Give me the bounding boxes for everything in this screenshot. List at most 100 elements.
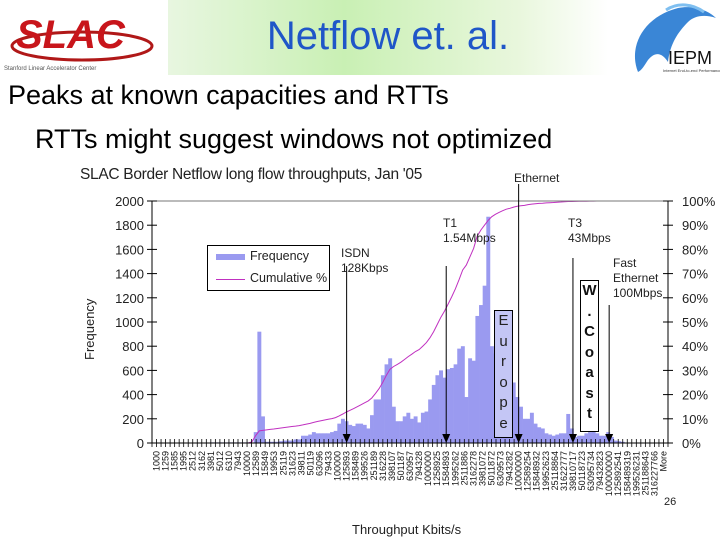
y2-tick-label: 50% <box>682 315 708 330</box>
y-tick-label: 1600 <box>115 242 144 257</box>
frequency-bar <box>333 430 338 443</box>
fast-ethernet-label-1: Fast <box>613 256 637 270</box>
frequency-bar <box>526 418 531 443</box>
europe-letter: u <box>499 332 508 350</box>
frequency-bar <box>439 370 444 443</box>
frequency-bar <box>370 415 374 443</box>
isdn-label: ISDN <box>341 246 370 260</box>
wcoast-letter: W <box>582 282 597 299</box>
x-tick-labels: 1000 1259 1585 1995 2512 3162 3981 5012 6310 7943… <box>152 451 669 496</box>
y-tick-label: 1200 <box>115 291 144 306</box>
y-ticks: 0 200 400 600 800 1000 1200 1400 1600 1800 2000 <box>115 194 157 451</box>
frequency-bar <box>598 435 603 443</box>
frequency-bar <box>410 418 414 443</box>
y2-tick-label: 80% <box>682 242 708 257</box>
frequency-bar <box>420 412 425 443</box>
y-tick-label: 1400 <box>115 267 144 282</box>
y2-tick-label: 10% <box>682 412 708 427</box>
legend-swatch-frequency <box>216 254 245 260</box>
y-tick-label: 600 <box>122 363 144 378</box>
frequency-bar <box>464 397 469 443</box>
frequency-bar <box>377 399 382 443</box>
frequency-bar <box>529 412 534 443</box>
y2-tick-label: 70% <box>682 267 708 282</box>
fast-ethernet-label-2: Ethernet <box>613 271 659 285</box>
y-tick-label: 800 <box>122 339 144 354</box>
isdn-rate: 128Kbps <box>341 261 389 275</box>
y-axis-label: Frequency <box>82 298 97 360</box>
legend-label-cumulative: Cumulative % <box>250 271 328 285</box>
t3-label: T3 <box>568 216 583 230</box>
y2-tick-label: 90% <box>682 218 708 233</box>
y2-tick-label: 20% <box>682 388 708 403</box>
y2-tick-label: 60% <box>682 291 708 306</box>
frequency-bar <box>366 428 371 443</box>
frequency-bar <box>457 348 462 443</box>
wcoast-letter: s <box>585 384 594 402</box>
annotation-t1: T1 1.54Mbps <box>443 216 496 246</box>
chart-legend: Frequency Cumulative % <box>207 245 330 291</box>
frequency-bar <box>384 364 389 443</box>
y2-tick-label: 30% <box>682 363 708 378</box>
wcoast-letter: C <box>584 323 595 340</box>
t1-label: T1 <box>443 216 458 230</box>
legend-label-frequency: Frequency <box>250 249 310 263</box>
slide-number: 26 <box>664 496 677 508</box>
frequency-bar <box>566 413 571 443</box>
wcoast-letter: a <box>585 364 594 381</box>
y2-tick-label: 40% <box>682 339 708 354</box>
europe-letter: r <box>501 353 506 370</box>
frequency-bar <box>446 369 451 443</box>
annotation-fast-ethernet: Fast Ethernet 100Mbps <box>613 256 662 301</box>
t3-rate: 43Mbps <box>568 231 611 245</box>
t1-rate: 1.54Mbps <box>443 231 496 245</box>
annotation-isdn: ISDN 128Kbps <box>341 246 388 276</box>
frequency-bar <box>475 315 480 443</box>
annotation-ethernet: Ethernet <box>514 171 560 185</box>
frequency-bar <box>348 424 353 443</box>
y-tick-label: 400 <box>122 388 144 403</box>
wcoast-letter: o <box>584 343 595 361</box>
europe-box: E u r o p e <box>494 310 513 438</box>
frequency-bar <box>359 423 364 443</box>
frequency-bar <box>460 346 465 443</box>
frequency-bar <box>580 435 585 443</box>
frequency-bar <box>479 305 483 443</box>
west-coast-box: W . C o a s t <box>580 280 599 432</box>
frequency-bar <box>544 433 549 443</box>
y2-ticks: 0% 10% 20% 30% 40% 50% 60% 70% 80% 90% 100% <box>663 194 716 451</box>
frequency-bar <box>431 384 436 443</box>
fast-ethernet-rate: 100Mbps <box>613 286 663 300</box>
y-tick-label: 0 <box>137 436 144 451</box>
frequency-bar <box>428 399 433 443</box>
frequency-bar <box>304 435 309 443</box>
x-tick-label: More <box>658 451 668 472</box>
europe-letter: E <box>498 312 509 329</box>
frequency-bar <box>373 399 378 443</box>
frequency-bar <box>537 427 542 443</box>
europe-letter: o <box>499 373 508 391</box>
frequency-bar <box>322 433 327 443</box>
frequency-bar <box>402 416 407 443</box>
wcoast-letter: . <box>587 302 592 320</box>
frequency-bar <box>562 433 567 443</box>
y2-tick-label: 0% <box>682 436 701 451</box>
frequency-bar <box>482 285 487 443</box>
y-tick-label: 2000 <box>115 194 144 209</box>
frequency-bar <box>435 375 440 443</box>
frequency-bar <box>449 367 454 443</box>
y-tick-label: 1800 <box>115 218 144 233</box>
frequency-bar <box>351 426 356 443</box>
frequency-bar <box>471 360 476 443</box>
frequency-bar <box>453 364 458 443</box>
frequency-bar <box>297 439 302 443</box>
frequency-bar <box>424 411 429 443</box>
frequency-bar <box>486 216 491 443</box>
frequency-bar <box>406 412 411 443</box>
y-tick-label: 1000 <box>115 315 144 330</box>
frequency-bar <box>315 433 320 443</box>
wcoast-letter: t <box>587 405 592 422</box>
frequency-bar <box>468 358 473 443</box>
frequency-bar <box>391 406 396 443</box>
y2-tick-label: 100% <box>682 194 716 209</box>
